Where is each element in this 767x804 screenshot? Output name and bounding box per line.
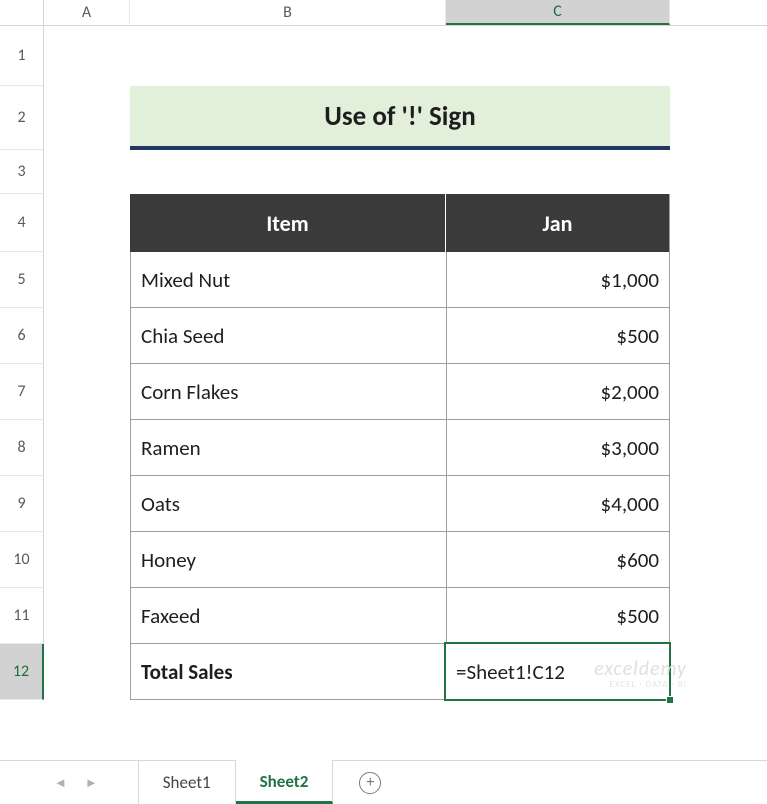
value-cell[interactable]: $600: [446, 532, 670, 588]
formula-cell-C12[interactable]: =Sheet1!C12: [446, 644, 670, 700]
item-cell[interactable]: Faxeed: [130, 588, 446, 644]
row-header-2[interactable]: 2: [0, 86, 44, 150]
add-sheet-button[interactable]: +: [359, 772, 381, 794]
title-text: Use of '!' Sign: [324, 100, 475, 133]
row-header-3[interactable]: 3: [0, 150, 44, 194]
column-headers-row: A B C: [0, 0, 767, 26]
nav-prev-icon[interactable]: ◄: [54, 775, 67, 791]
row-header-11[interactable]: 11: [0, 588, 44, 644]
item-cell[interactable]: Ramen: [130, 420, 446, 476]
table-row: Mixed Nut $1,000: [130, 252, 670, 308]
value-cell[interactable]: $3,000: [446, 420, 670, 476]
sheet-nav-arrows: ◄ ►: [54, 775, 98, 791]
item-cell[interactable]: Honey: [130, 532, 446, 588]
sheet-tab-sheet1[interactable]: Sheet1: [138, 761, 236, 804]
row-header-7[interactable]: 7: [0, 364, 44, 420]
row-headers-column: 1 2 3 4 5 6 7 8 9 10 11 12: [0, 26, 44, 700]
row-header-1[interactable]: 1: [0, 26, 44, 86]
row-header-6[interactable]: 6: [0, 308, 44, 364]
item-cell[interactable]: Chia Seed: [130, 308, 446, 364]
nav-next-icon[interactable]: ►: [85, 775, 98, 791]
title-cell[interactable]: Use of '!' Sign: [130, 86, 670, 150]
row-header-4[interactable]: 4: [0, 194, 44, 252]
row-header-12[interactable]: 12: [0, 644, 44, 700]
formula-text: =Sheet1!C12: [456, 659, 565, 685]
table-row: Oats $4,000: [130, 476, 670, 532]
table-row: Chia Seed $500: [130, 308, 670, 364]
value-cell[interactable]: $500: [446, 588, 670, 644]
total-row: Total Sales =Sheet1!C12: [130, 644, 670, 700]
table-header-item[interactable]: Item: [130, 194, 446, 252]
value-cell[interactable]: $1,000: [446, 252, 670, 308]
table-row: Ramen $3,000: [130, 420, 670, 476]
value-cell[interactable]: $4,000: [446, 476, 670, 532]
column-header-C[interactable]: C: [446, 0, 670, 25]
row-header-8[interactable]: 8: [0, 420, 44, 476]
sheet-tab-sheet2[interactable]: Sheet2: [236, 761, 334, 804]
value-cell[interactable]: $2,000: [446, 364, 670, 420]
item-cell[interactable]: Corn Flakes: [130, 364, 446, 420]
table-header-jan[interactable]: Jan: [446, 194, 670, 252]
value-cell[interactable]: $500: [446, 308, 670, 364]
plus-icon: +: [366, 773, 374, 792]
item-cell[interactable]: Oats: [130, 476, 446, 532]
select-all-corner[interactable]: [0, 0, 44, 25]
total-label-cell[interactable]: Total Sales: [130, 644, 446, 700]
row-header-9[interactable]: 9: [0, 476, 44, 532]
sheet-tab-bar: ◄ ► Sheet1 Sheet2 +: [0, 760, 767, 804]
fill-handle[interactable]: [666, 696, 674, 704]
table-body: Mixed Nut $1,000 Chia Seed $500 Corn Fla…: [130, 252, 670, 700]
table-row: Honey $600: [130, 532, 670, 588]
column-header-B[interactable]: B: [130, 0, 446, 25]
table-row: Faxeed $500: [130, 588, 670, 644]
spreadsheet-area: A B C 1 2 3 4 5 6 7 8 9 10 11 12 Use of …: [0, 0, 767, 760]
table-header-row: Item Jan: [130, 194, 670, 252]
column-header-A[interactable]: A: [44, 0, 130, 25]
row-header-5[interactable]: 5: [0, 252, 44, 308]
table-row: Corn Flakes $2,000: [130, 364, 670, 420]
item-cell[interactable]: Mixed Nut: [130, 252, 446, 308]
row-header-10[interactable]: 10: [0, 532, 44, 588]
